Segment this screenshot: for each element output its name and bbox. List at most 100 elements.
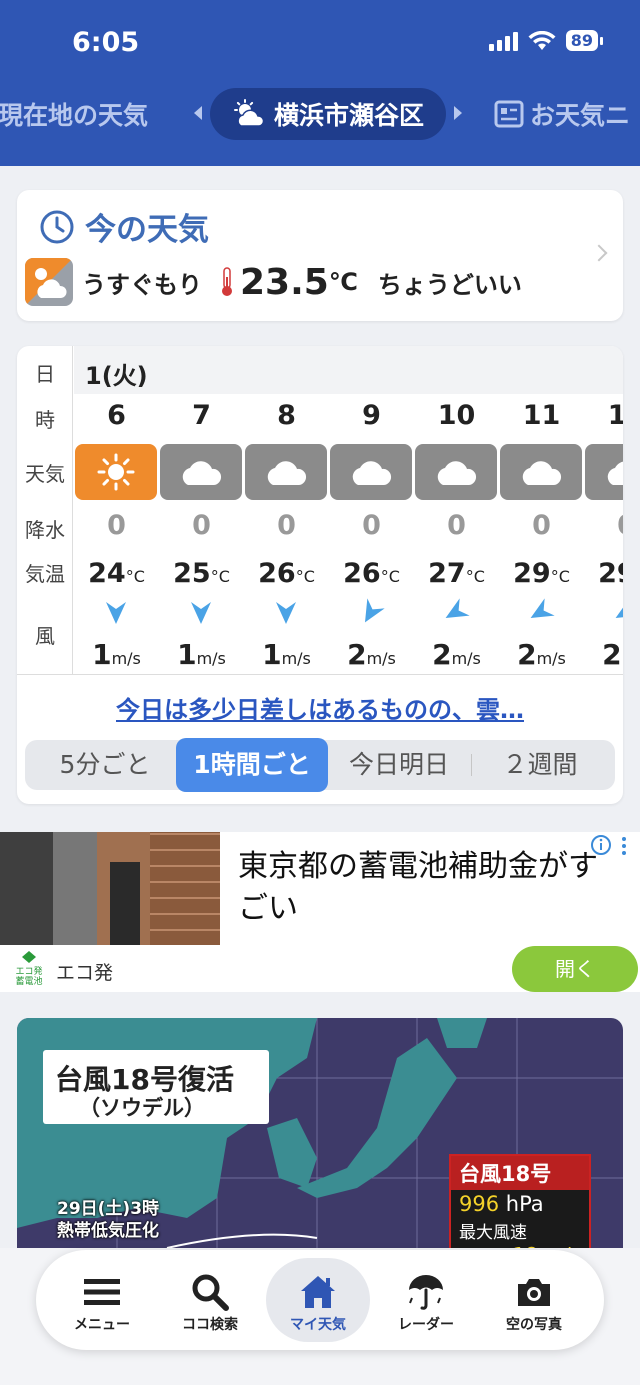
current-condition: うすぐもり xyxy=(82,270,202,299)
temp-value: 27°C xyxy=(428,558,485,589)
location-tabs: 現在地の天気 横浜市瀬谷区 お天気ニ xyxy=(0,84,640,142)
hourly-forecast-card: 日 時 天気 降水 気温 風 1(火) 6 0 24°C 1m/s 7 0 25°C 1m/s… xyxy=(17,346,623,804)
wind-speed-value: 1m/s xyxy=(177,638,226,671)
wind-speed-value: 2m/s xyxy=(432,638,481,671)
app-header: 6:05 89 現在地の天気 横浜市瀬谷区 お天気ニ xyxy=(0,0,640,166)
typhoon-pressure-unit: hPa xyxy=(499,1192,544,1216)
precip-value: 0 xyxy=(277,510,296,541)
precip-value: 0 xyxy=(447,510,466,541)
temp-value: 26°C xyxy=(258,558,315,589)
divider xyxy=(17,674,623,675)
segment-5min[interactable]: 5分ごと xyxy=(35,740,175,790)
row-labels: 日 時 天気 降水 気温 風 xyxy=(17,346,73,674)
label-hour: 時 xyxy=(35,408,55,432)
typhoon-title-box: 台風18号復活 （ソウデル） xyxy=(43,1050,269,1124)
hour-label: 8 xyxy=(277,400,296,431)
hour-label: 10 xyxy=(437,400,476,431)
typhoon-info-title: 台風18号 xyxy=(451,1156,589,1190)
current-weather-title: 今の天気 xyxy=(39,204,209,249)
status-icons: 89 xyxy=(488,30,604,51)
interval-selector: 5分ごと 1時間ごと 今日明日 ２週間 xyxy=(25,738,615,792)
search-icon xyxy=(192,1274,229,1311)
hazy-sun-icon xyxy=(25,258,73,306)
wind-direction-icon xyxy=(365,598,385,623)
label-day: 日 xyxy=(35,362,55,386)
segment-today-tomorrow[interactable]: 今日明日 xyxy=(331,740,467,790)
tab-selected-location[interactable]: 横浜市瀬谷区 xyxy=(210,88,446,140)
chevron-right-icon[interactable] xyxy=(590,244,608,262)
nav-radar[interactable]: レーダー xyxy=(374,1258,478,1342)
cloudy-icon xyxy=(500,444,582,500)
ad-image[interactable] xyxy=(0,832,220,945)
nav-menu[interactable]: メニュー xyxy=(50,1258,154,1342)
current-weather-card[interactable]: 今の天気 うすぐもり 23.5 ℃ ちょうどいい xyxy=(17,190,623,321)
ad-logo: エコ発蓄電池 xyxy=(12,950,46,987)
hour-column: 9 0 26°C 2m/s xyxy=(329,394,414,674)
info-icon[interactable] xyxy=(590,834,612,856)
hour-label: 11 xyxy=(522,400,561,431)
chevron-left-icon[interactable] xyxy=(194,106,202,120)
status-time: 6:05 xyxy=(72,27,140,58)
temp-value: 26°C xyxy=(343,558,400,589)
precip-value: 0 xyxy=(192,510,211,541)
selected-location-label: 横浜市瀬谷区 xyxy=(273,101,424,130)
segment-2weeks[interactable]: ２週間 xyxy=(475,740,605,790)
clock-icon xyxy=(40,210,74,243)
typhoon-date-line1: 29日(土)3時 xyxy=(57,1199,160,1219)
wind-speed-value: 1m/s xyxy=(92,638,141,671)
ad-logo-text: エコ発蓄電池 xyxy=(15,967,43,987)
wind-speed-value: 2m/s xyxy=(602,638,623,671)
nav-sky-photos[interactable]: 空の写真 xyxy=(482,1258,586,1342)
umbrella-icon xyxy=(409,1275,443,1310)
precip-value: 0 xyxy=(532,510,551,541)
nav-search[interactable]: ココ検索 xyxy=(158,1258,262,1342)
tab-current-location[interactable]: 現在地の天気 xyxy=(0,96,148,132)
wind-direction-icon xyxy=(615,598,623,618)
tab-weather-news-label: お天気ニ xyxy=(530,101,631,130)
typhoon-max-wind-label: 最大風速 xyxy=(459,1223,527,1243)
thermometer-icon xyxy=(222,267,232,296)
more-options-icon[interactable] xyxy=(620,836,628,856)
precip-value: 0 xyxy=(362,510,381,541)
camera-icon xyxy=(518,1279,550,1306)
battery-indicator: 89 xyxy=(565,30,604,51)
hour-label: 9 xyxy=(362,400,381,431)
cloudy-icon xyxy=(415,444,497,500)
hour-label: 7 xyxy=(192,400,211,431)
temp-value: 29°C xyxy=(513,558,570,589)
nav-menu-label: メニュー xyxy=(74,1317,130,1333)
wind-speed-value: 2m/s xyxy=(347,638,396,671)
wind-direction-icon xyxy=(191,602,211,624)
ad-open-button[interactable]: 開く xyxy=(512,946,638,992)
hour-column: 8 0 26°C 1m/s xyxy=(244,394,329,674)
date-bar: 1(火) xyxy=(74,346,623,394)
label-precip: 降水 xyxy=(25,518,65,542)
cloudy-icon xyxy=(160,444,242,500)
hour-column: 12 0 29°C 2m/s xyxy=(584,394,623,674)
wind-speed-value: 1m/s xyxy=(262,638,311,671)
typhoon-pressure-line: 996 hPa xyxy=(451,1190,589,1218)
wifi-icon xyxy=(528,30,556,50)
cloudy-icon xyxy=(330,444,412,500)
nav-my-weather[interactable]: マイ天気 xyxy=(266,1258,370,1342)
date-label: 1(火) xyxy=(85,362,148,390)
menu-icon xyxy=(84,1279,120,1305)
nav-radar-label: レーダー xyxy=(398,1317,454,1333)
cloudy-icon xyxy=(585,444,623,500)
label-weather: 天気 xyxy=(25,462,65,486)
ad-title[interactable]: 東京都の蓄電池補助金がすごい xyxy=(238,846,618,930)
forecast-summary-link[interactable]: 今日は多少日差しはあるものの、雲… xyxy=(17,690,623,725)
precip-value: 0 xyxy=(584,510,623,541)
ad-banner[interactable]: 東京都の蓄電池補助金がすごい エコ発蓄電池 エコ発 開く xyxy=(0,832,640,992)
bottom-navigation: メニュー ココ検索 マイ天気 レーダー 空の写真 xyxy=(36,1250,604,1350)
hour-column: 6 0 24°C 1m/s xyxy=(74,394,159,674)
hour-column: 11 0 29°C 2m/s xyxy=(499,394,584,674)
segment-1hour[interactable]: 1時間ごと xyxy=(176,738,328,792)
current-weather-heading: 今の天気 xyxy=(85,212,209,248)
nav-sky-photos-label: 空の写真 xyxy=(506,1317,562,1333)
chevron-right-icon[interactable] xyxy=(454,106,462,120)
hour-label: 12 xyxy=(607,400,623,431)
sunny-icon xyxy=(75,444,157,500)
tab-weather-news[interactable]: お天気ニ xyxy=(494,96,630,132)
temperature-unit: ℃ xyxy=(328,268,358,296)
